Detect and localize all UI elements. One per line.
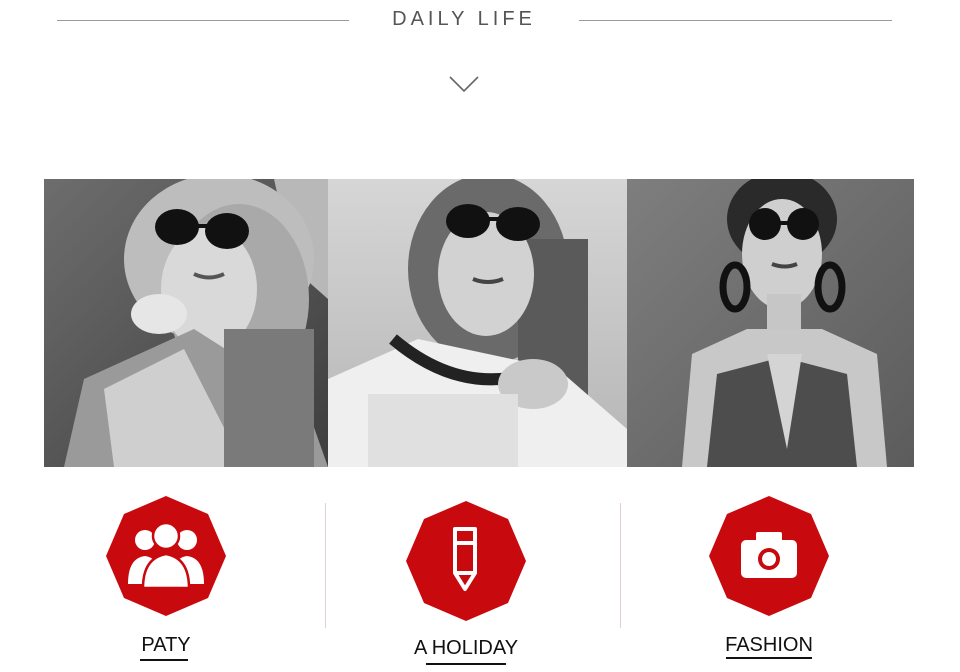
header-rule-left: [57, 20, 349, 21]
pencil-icon: [406, 501, 526, 621]
column-divider: [620, 503, 621, 628]
label-underline: [726, 657, 812, 659]
chevron-down-icon: [449, 76, 479, 93]
feature-label: PATY: [141, 634, 191, 656]
label-underline: [140, 659, 188, 661]
label-underline: [426, 663, 506, 665]
camera-icon: [709, 496, 829, 616]
photo-woman-sunglasses-3: [627, 179, 914, 467]
group-people-icon: [106, 496, 226, 616]
section-title: DAILY LIFE: [392, 8, 536, 30]
photo-woman-sunglasses-1: [44, 179, 328, 467]
header-rule-right: [579, 20, 892, 21]
feature-paty[interactable]: PATY: [66, 496, 266, 672]
feature-a-holiday[interactable]: A HOLIDAY: [366, 496, 566, 672]
photo-woman-sunglasses-2: [328, 179, 627, 467]
feature-fashion[interactable]: FASHION: [669, 496, 869, 672]
feature-label: A HOLIDAY: [413, 637, 519, 659]
column-divider: [325, 503, 326, 628]
feature-label: FASHION: [725, 634, 813, 656]
